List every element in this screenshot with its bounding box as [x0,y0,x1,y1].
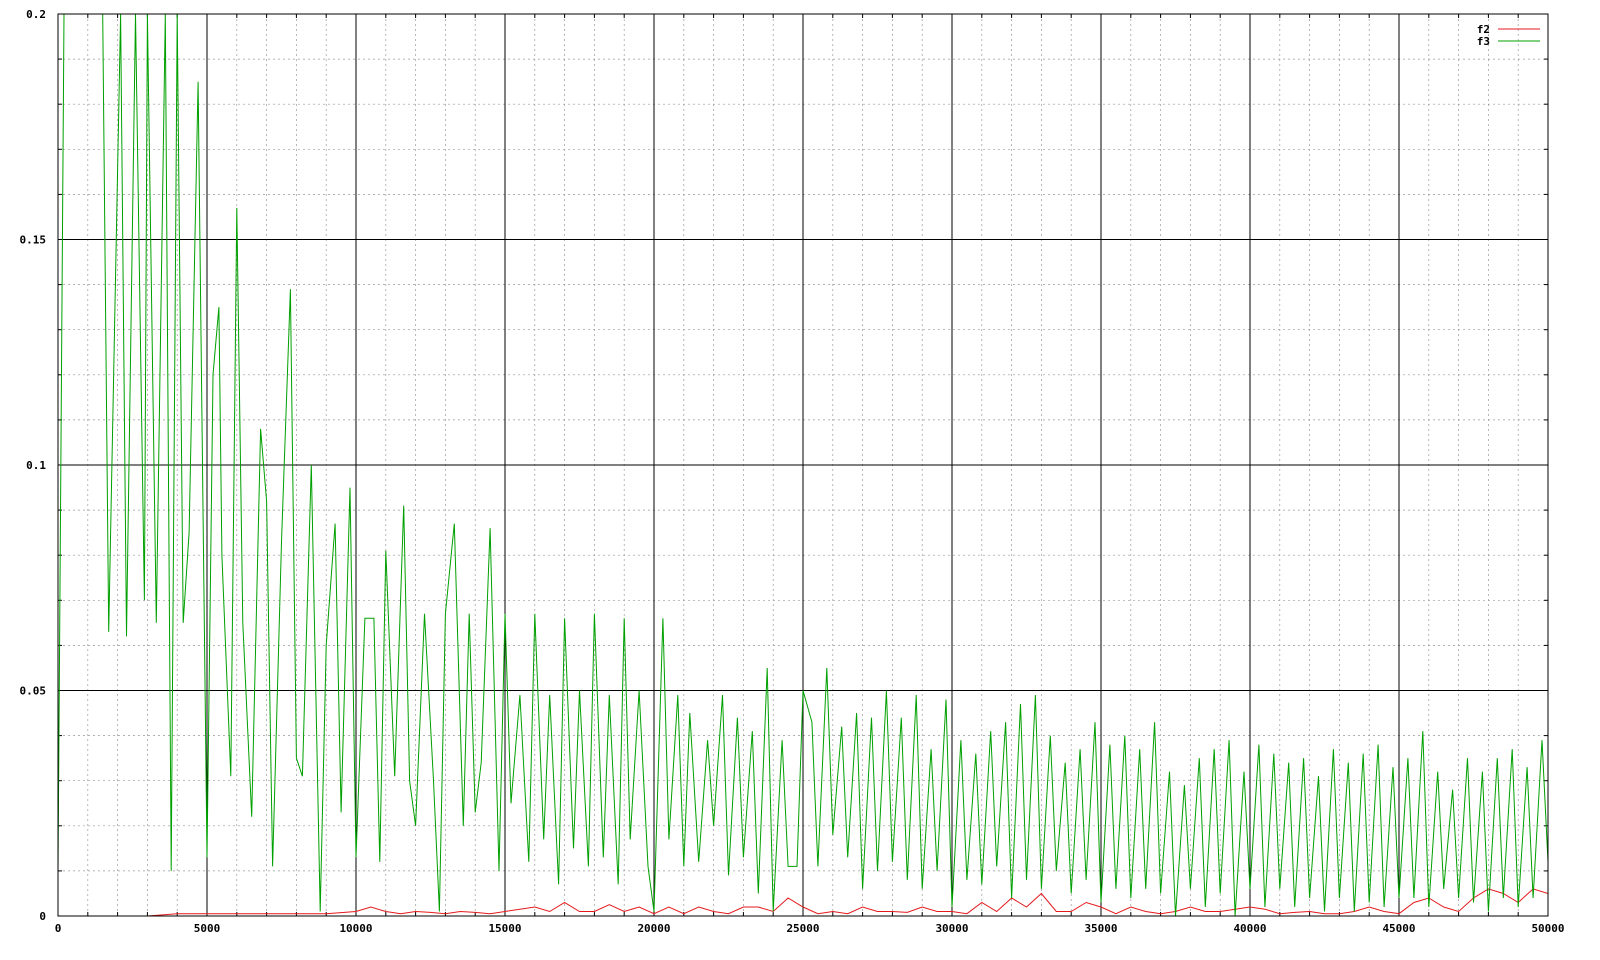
x-tick-label: 0 [55,922,62,935]
x-tick-label: 50000 [1531,922,1564,935]
x-tick-label: 40000 [1233,922,1266,935]
x-tick-label: 10000 [339,922,372,935]
y-tick-label: 0.1 [26,459,46,472]
x-tick-label: 35000 [1084,922,1117,935]
x-tick-label: 45000 [1382,922,1415,935]
x-tick-label: 25000 [786,922,819,935]
x-tick-label: 30000 [935,922,968,935]
x-tick-label: 15000 [488,922,521,935]
x-tick-label: 20000 [637,922,670,935]
line-chart: 0 5000 10000 15000 20000 25000 30000 35000 40000… [0,0,1600,960]
x-tick-label: 5000 [194,922,221,935]
y-tick-label: 0.15 [20,234,47,247]
y-tick-label: 0 [39,910,46,923]
legend-label-f3: f3 [1477,35,1490,48]
y-tick-label: 0.2 [26,8,46,21]
y-tick-label: 0.05 [20,685,47,698]
